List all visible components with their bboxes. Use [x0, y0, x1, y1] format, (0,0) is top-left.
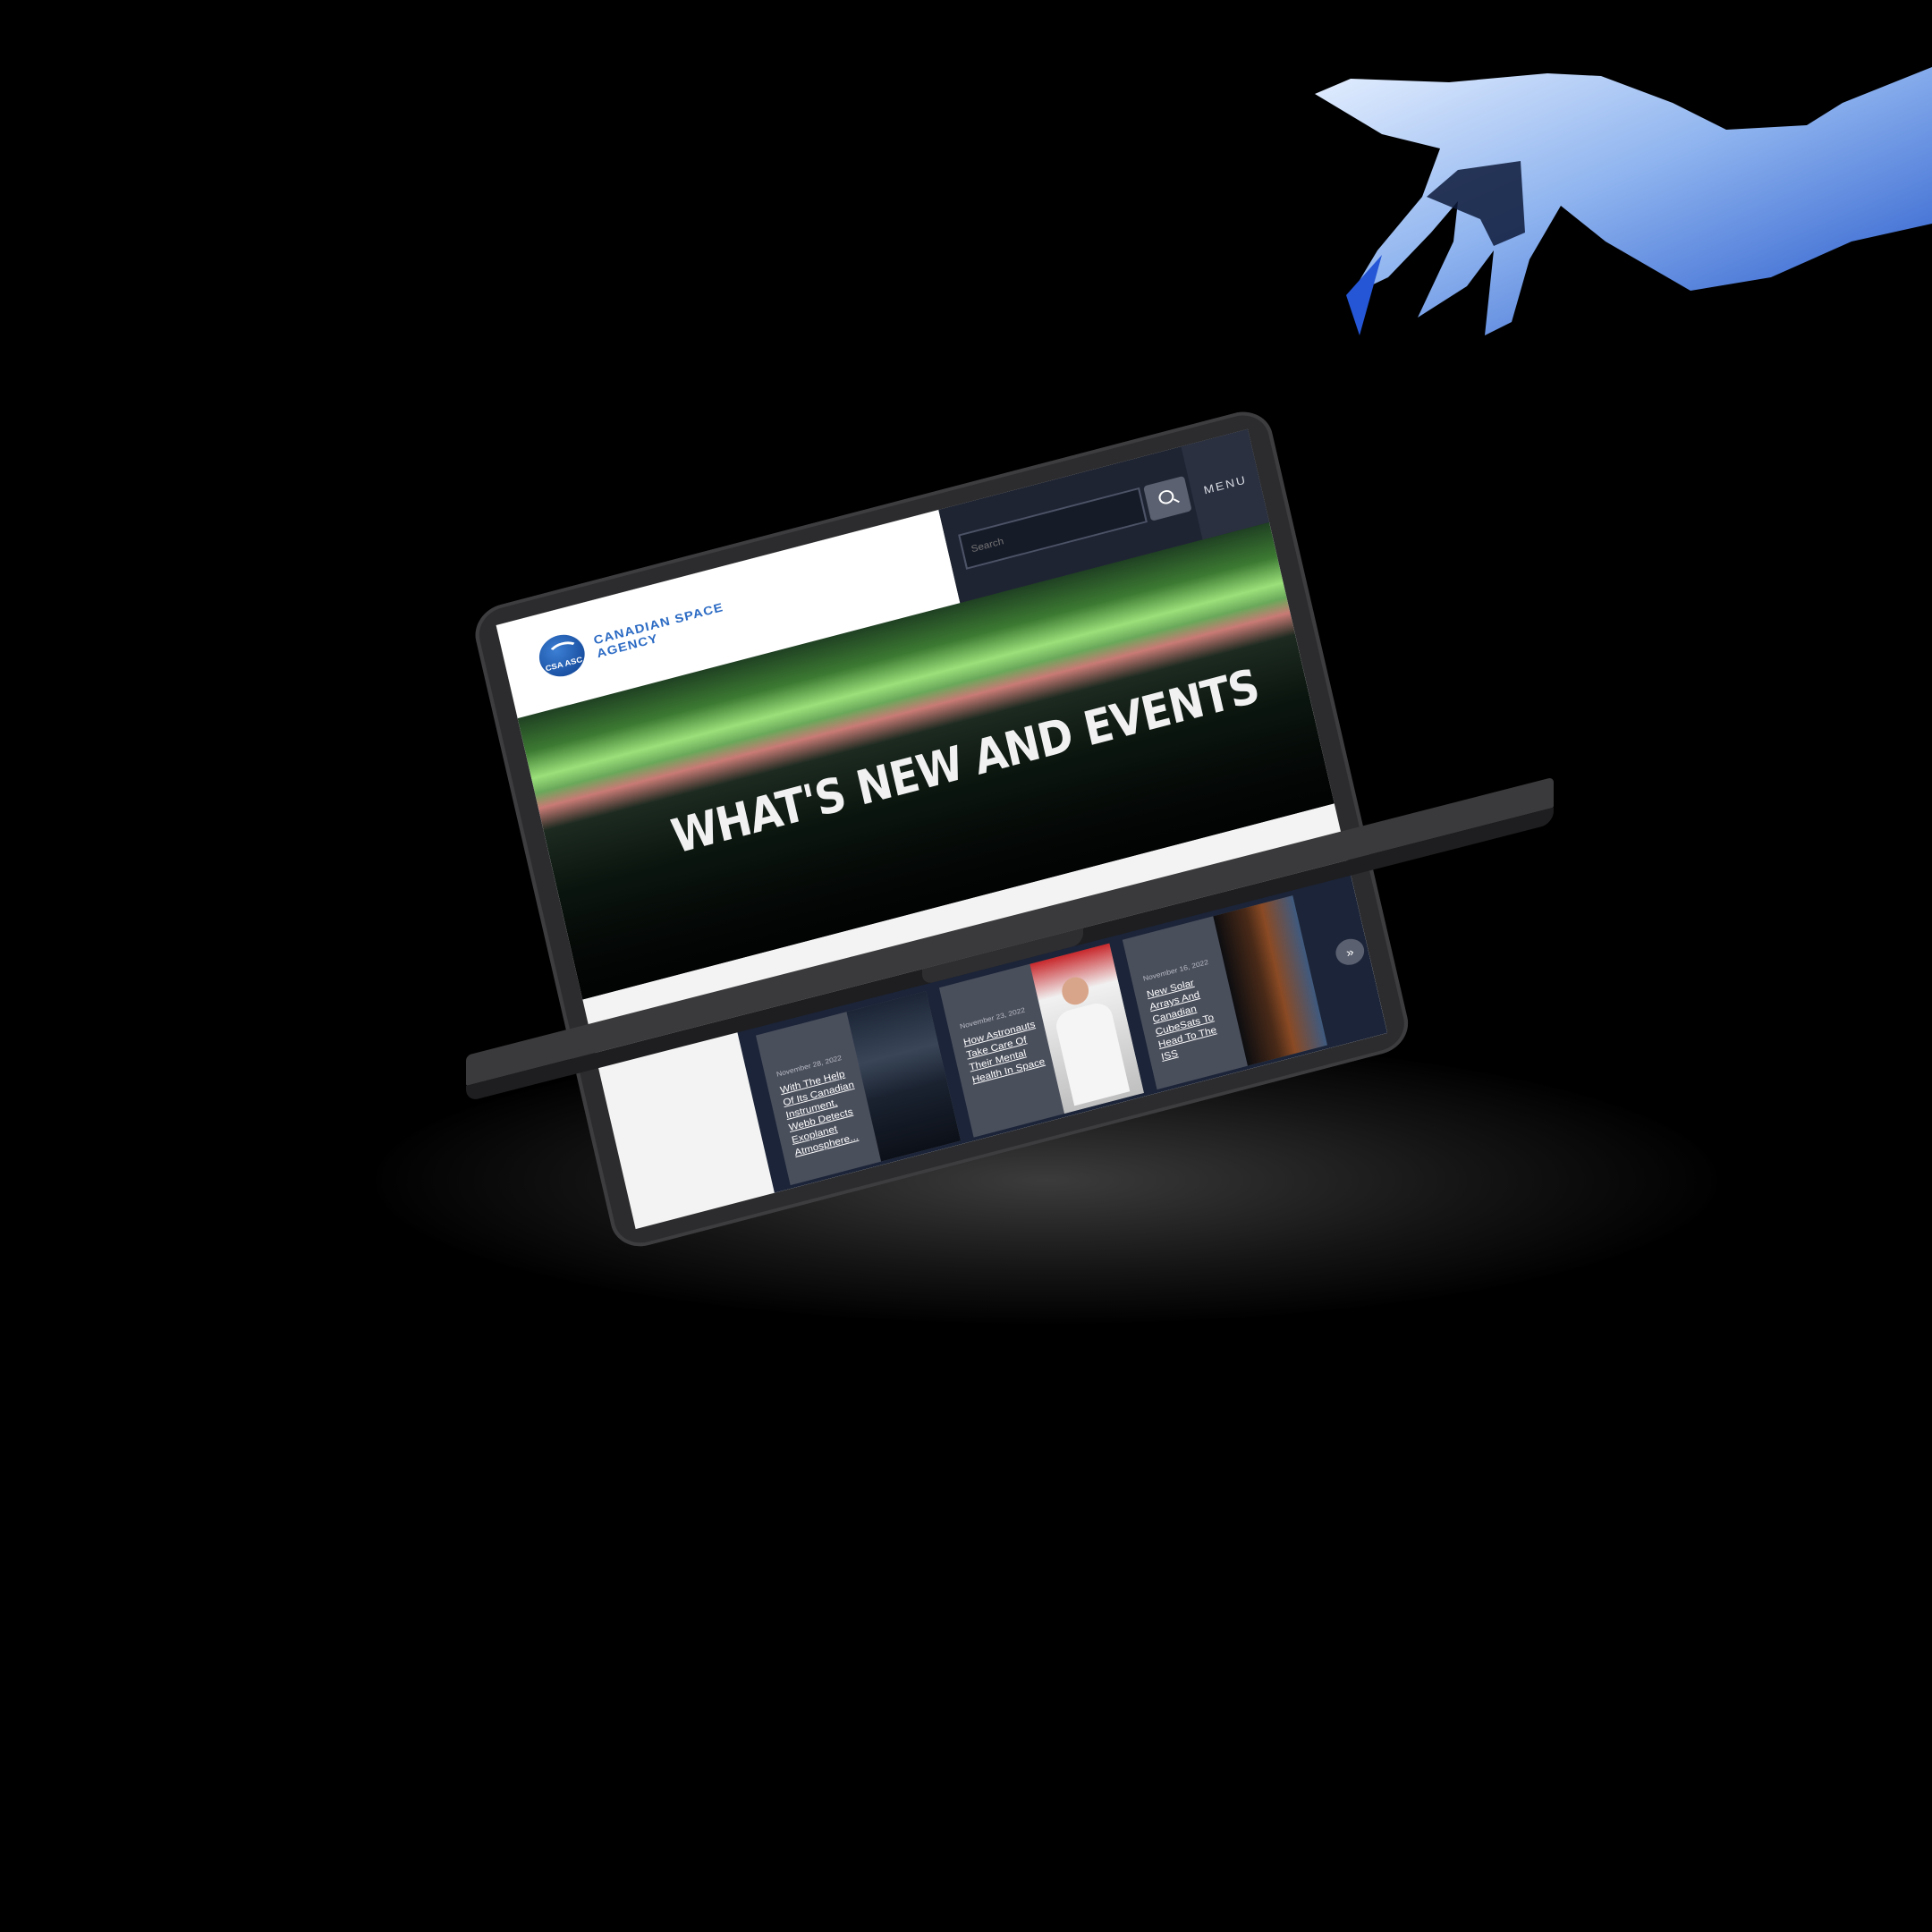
- search-input[interactable]: [958, 487, 1148, 570]
- slider-next-button[interactable]: »: [1333, 936, 1368, 969]
- csa-badge-icon: CSA ASC: [535, 630, 589, 682]
- hand-illustration: [1315, 67, 1932, 335]
- logo-badge-text: CSA ASC: [544, 655, 584, 674]
- laptop-lid: CSA ASC CANADIAN SPACE AGENCY MENU WHAT'…: [470, 404, 1414, 1254]
- laptop: CSA ASC CANADIAN SPACE AGENCY MENU WHAT'…: [466, 389, 1677, 1254]
- logo-text: CANADIAN SPACE AGENCY: [592, 599, 725, 661]
- news-link[interactable]: With The Help Of Its Canadian Instrument…: [779, 1065, 872, 1160]
- double-chevron-right-icon: »: [1344, 944, 1356, 960]
- search-button[interactable]: [1143, 475, 1192, 521]
